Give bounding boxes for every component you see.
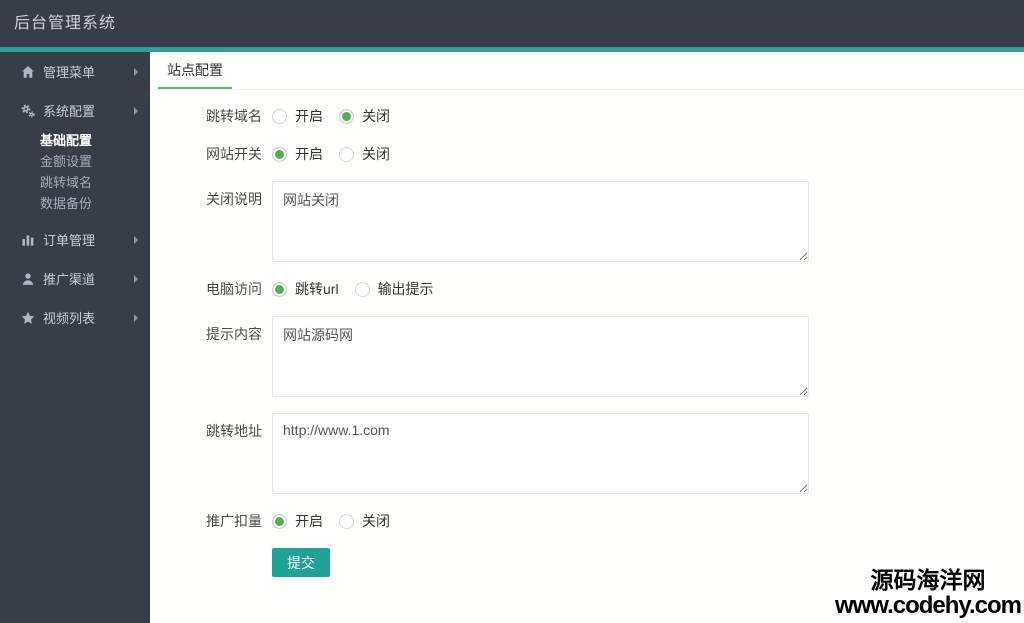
watermark: 源码海洋网 www.codehy.com (834, 566, 1022, 619)
chevron-right-icon (134, 67, 138, 76)
form-row-jump-domain: 跳转域名 开启 关闭 (150, 105, 1024, 127)
watermark-site-name: 源码海洋网 (870, 566, 986, 593)
bar-chart-icon (21, 233, 36, 247)
radio-option[interactable]: 关闭 (339, 106, 390, 126)
sidebar-item-label: 推广渠道 (43, 272, 96, 287)
radio-option-label: 开启 (295, 513, 323, 529)
tab-site-config[interactable]: 站点配置 (158, 52, 232, 89)
main-content: 站点配置 跳转域名 开启 关闭 网站开关 开启 关闭 关闭说明 网站关闭 电脑访… (150, 52, 1024, 623)
radio-option[interactable]: 跳转url (272, 279, 339, 299)
radio-option-label: 开启 (295, 146, 323, 162)
sidebar-item-label: 视频列表 (43, 311, 96, 326)
sidebar-item-system-config[interactable]: 系统配置 (0, 91, 150, 130)
radio-checked-icon[interactable] (272, 281, 287, 297)
radio-option[interactable]: 开启 (272, 144, 323, 164)
radio-checked-icon[interactable] (272, 146, 287, 162)
home-icon (21, 65, 36, 79)
submenu-item-basic-config[interactable]: 基础配置 (0, 130, 150, 151)
jump-url-textarea[interactable]: http://www.1.com (272, 413, 809, 494)
submenu-item-amount-settings[interactable]: 金额设置 (0, 151, 150, 172)
radio-option[interactable]: 输出提示 (354, 279, 434, 299)
submit-button[interactable]: 提交 (272, 548, 330, 577)
radio-option[interactable]: 关闭 (339, 144, 390, 164)
sidebar-item-video-list[interactable]: 视频列表 (0, 298, 150, 337)
field-label: 跳转域名 (206, 108, 262, 124)
radio-option[interactable]: 开启 (272, 106, 323, 126)
field-label: 推广扣量 (206, 513, 262, 529)
radio-group: 开启 关闭 (272, 144, 406, 164)
form-row-jump-url: 跳转地址 http://www.1.com (150, 413, 1024, 494)
cogs-icon (21, 104, 36, 118)
chevron-right-icon (134, 106, 138, 115)
sidebar-item-label: 系统配置 (43, 104, 96, 119)
form-row-tip-content: 提示内容 网站源码网 (150, 316, 1024, 397)
user-icon (21, 272, 36, 286)
chevron-right-icon (134, 313, 138, 322)
radio-unchecked-icon[interactable] (272, 108, 287, 124)
watermark-url: www.codehy.com (834, 591, 1022, 619)
sidebar-item-label: 订单管理 (43, 233, 96, 248)
chevron-right-icon (134, 274, 138, 283)
field-label: 跳转地址 (206, 423, 262, 439)
sidebar: 管理菜单 系统配置 基础配置 金额设置 跳转域名 数据备份 订单管理 推广渠道 … (0, 52, 150, 623)
app-title: 后台管理系统 (14, 15, 117, 32)
radio-group: 跳转url 输出提示 (272, 279, 450, 299)
page: 后台管理系统 管理菜单 系统配置 基础配置 金额设置 跳转域名 数据备份 订单管… (0, 0, 1024, 623)
radio-unchecked-icon[interactable] (354, 281, 370, 297)
sidebar-item-promo-channel[interactable]: 推广渠道 (0, 259, 150, 298)
label-spacer (150, 548, 272, 577)
radio-group: 开启 关闭 (272, 511, 406, 531)
radio-option-label: 输出提示 (377, 281, 434, 297)
radio-option-label: 开启 (295, 108, 323, 124)
radio-checked-icon[interactable] (272, 513, 287, 529)
form-row-promo-deduct: 推广扣量 开启 关闭 (150, 510, 1024, 532)
sidebar-item-label: 管理菜单 (43, 65, 96, 80)
radio-option-label: 关闭 (362, 513, 390, 529)
tab-bar: 站点配置 (150, 52, 1024, 90)
field-label: 网站开关 (206, 146, 262, 162)
chevron-right-icon (134, 235, 138, 244)
form-row-site-switch: 网站开关 开启 关闭 (150, 143, 1024, 165)
radio-option-label: 关闭 (362, 146, 390, 162)
submenu-item-data-backup[interactable]: 数据备份 (0, 193, 150, 214)
field-label: 关闭说明 (206, 191, 262, 207)
header-bar: 后台管理系统 (0, 0, 1024, 47)
radio-group: 开启 关闭 (272, 106, 406, 126)
sidebar-item-order-manage[interactable]: 订单管理 (0, 220, 150, 259)
star-icon (21, 311, 36, 325)
radio-option[interactable]: 开启 (272, 511, 323, 531)
tip-content-textarea[interactable]: 网站源码网 (272, 316, 809, 397)
field-label: 提示内容 (206, 326, 262, 342)
close-note-textarea[interactable]: 网站关闭 (272, 181, 809, 262)
field-label: 电脑访问 (206, 281, 262, 297)
radio-checked-icon[interactable] (339, 108, 354, 124)
form-row-pc-access: 电脑访问 跳转url 输出提示 (150, 278, 1024, 300)
radio-option-label: 关闭 (362, 108, 390, 124)
submenu-item-jump-domain[interactable]: 跳转域名 (0, 172, 150, 193)
radio-option-label: 跳转url (295, 281, 339, 297)
radio-unchecked-icon[interactable] (339, 513, 354, 529)
system-config-submenu: 基础配置 金额设置 跳转域名 数据备份 (0, 130, 150, 220)
radio-unchecked-icon[interactable] (339, 146, 354, 162)
sidebar-item-manage-menu[interactable]: 管理菜单 (0, 52, 150, 91)
form-row-close-note: 关闭说明 网站关闭 (150, 181, 1024, 262)
radio-option[interactable]: 关闭 (339, 511, 390, 531)
site-config-form: 跳转域名 开启 关闭 网站开关 开启 关闭 关闭说明 网站关闭 电脑访问 跳转u… (150, 90, 1024, 577)
